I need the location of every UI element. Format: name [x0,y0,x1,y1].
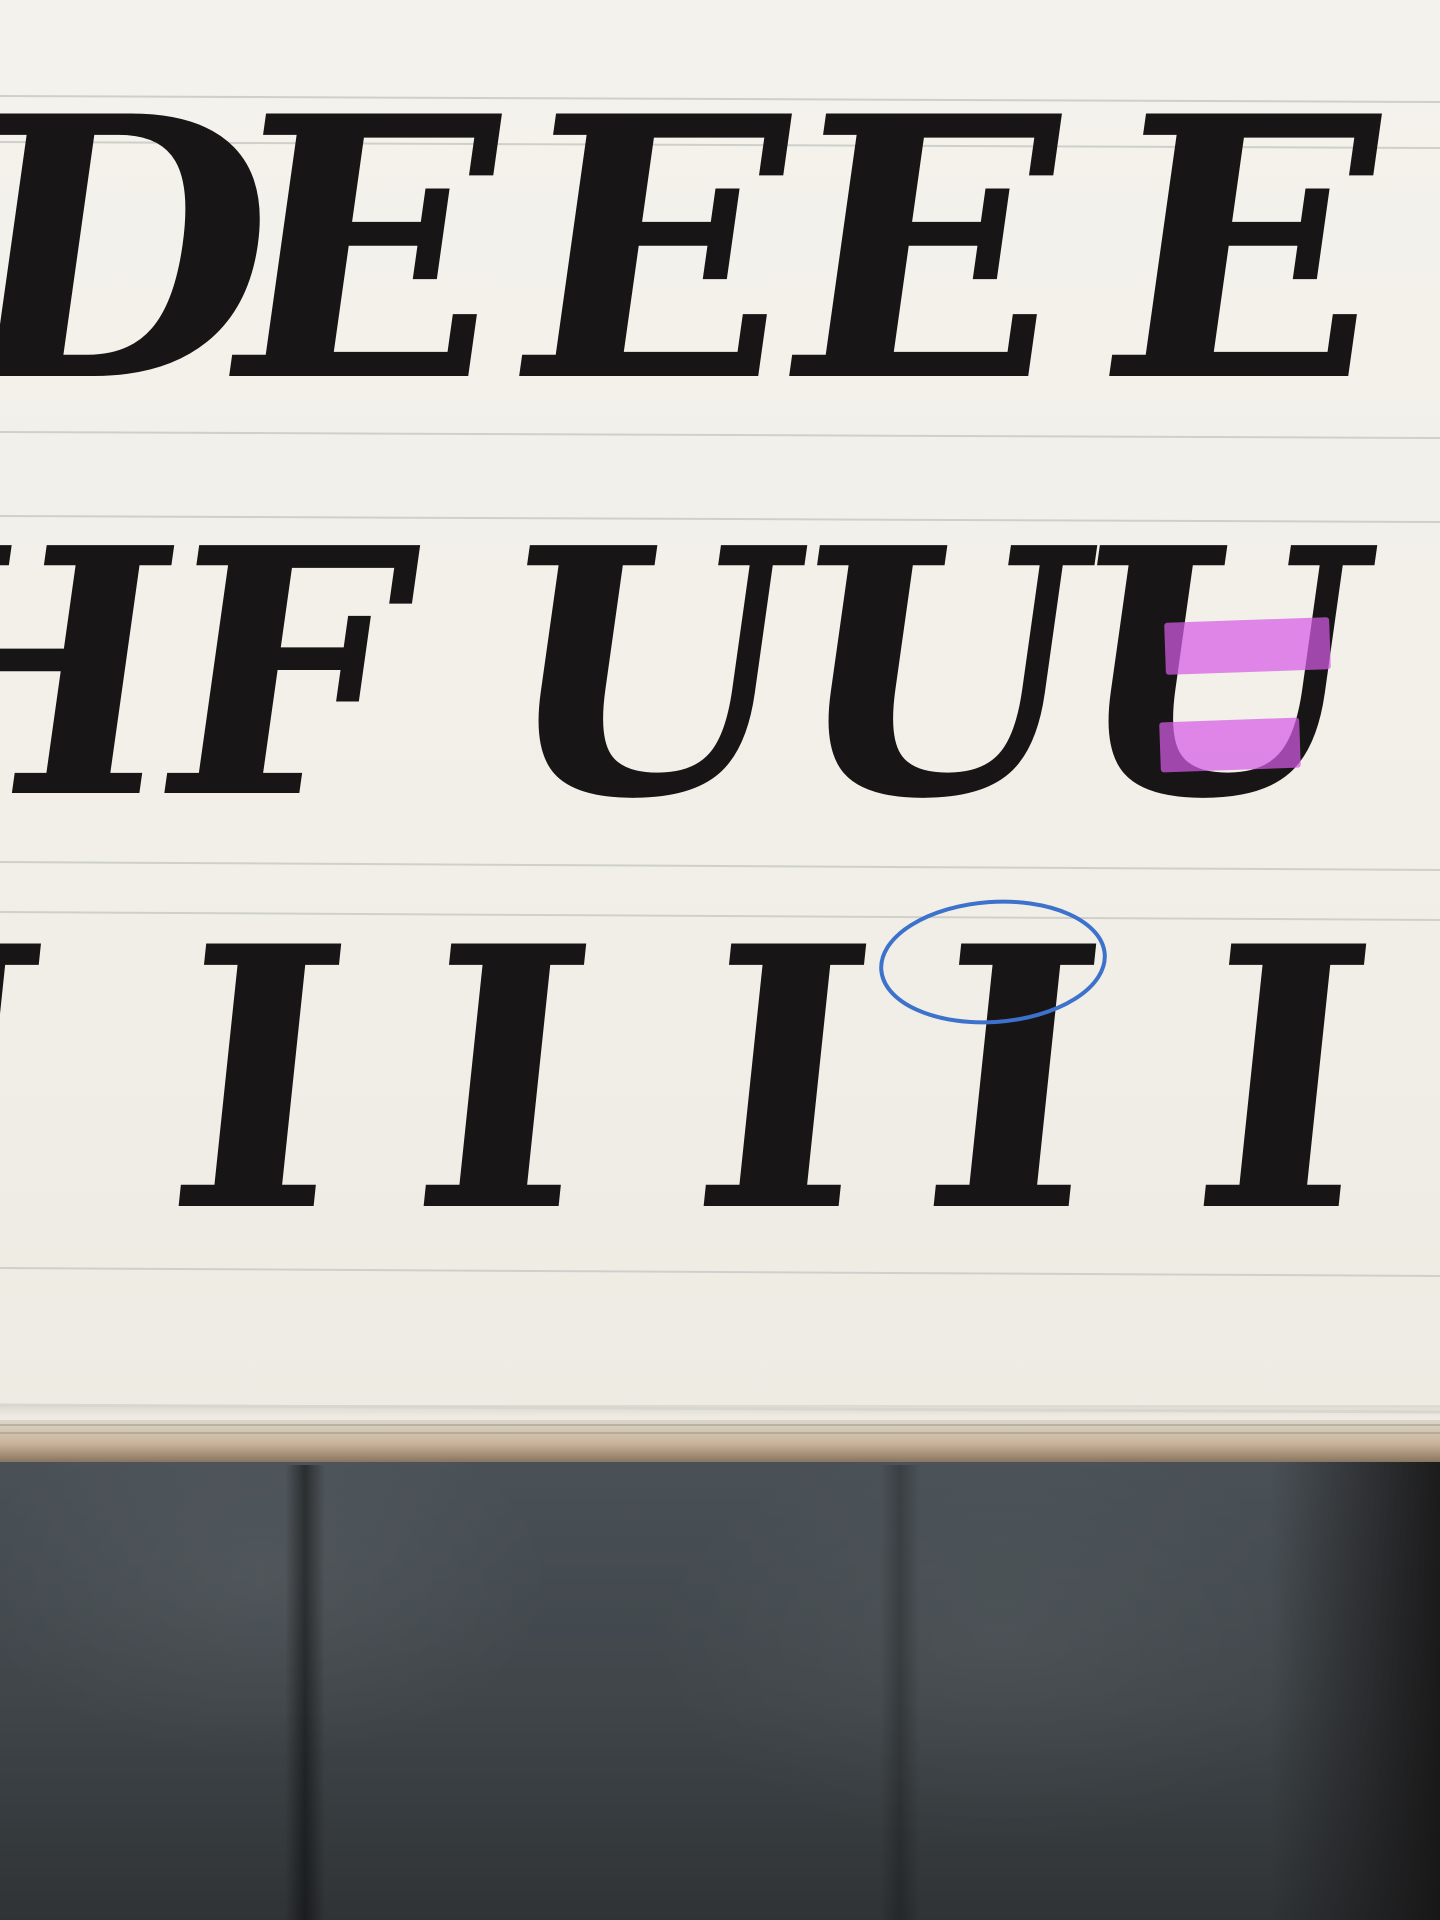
annotation-layer [879,899,1107,1025]
fabric-fold [880,1465,920,1920]
fabric-background [0,1440,1440,1920]
blue-circle-annotation [879,899,1107,1025]
fabric-fold [285,1465,325,1920]
fabric-shadow [1270,1460,1440,1920]
photo-scene: D E E E E H F U U U J I I I I I [0,0,1440,1920]
